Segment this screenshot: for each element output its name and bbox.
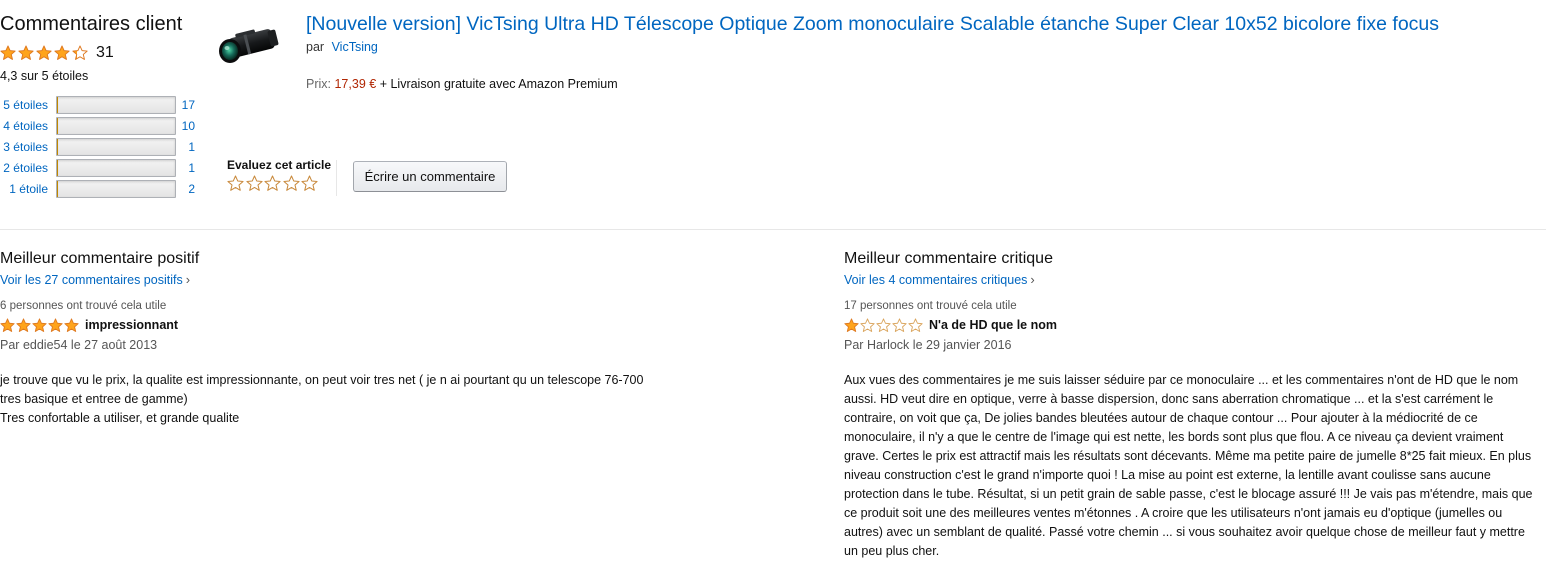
chevron-right-icon: › (1030, 272, 1035, 287)
see-all-link-text[interactable]: Voir les 27 commentaires positifs (0, 273, 183, 287)
histogram-count[interactable]: 1 (176, 161, 195, 175)
average-stars (0, 45, 90, 61)
histogram-count[interactable]: 17 (176, 98, 195, 112)
by-label: par (306, 40, 325, 54)
price-value: 17,39 € (334, 77, 377, 91)
histogram-bar[interactable] (56, 180, 176, 198)
star-icon (54, 45, 70, 60)
histogram-fill (57, 97, 58, 113)
review-section-heading: Meilleur commentaire positif (0, 250, 200, 267)
review-date: le 27 août 2013 (70, 338, 158, 352)
review-title-row: N'a de HD que le nom (844, 316, 1538, 334)
divider (336, 160, 337, 196)
review-author[interactable]: Harlock (867, 338, 909, 352)
histogram-fill (57, 181, 58, 197)
star-icon (64, 317, 79, 332)
histogram-row-1[interactable]: 1 étoile 2 (0, 180, 200, 198)
write-review-button[interactable]: Écrire un commentaire (353, 161, 507, 192)
histogram-label[interactable]: 4 étoiles (0, 119, 48, 133)
review-title[interactable]: impressionnant (85, 318, 178, 332)
top-critical-review: Meilleur commentaire critique Voir les 4… (844, 248, 1538, 561)
see-all-positive-link[interactable]: Voir les 27 commentaires positifs › (0, 271, 680, 289)
star-icon (16, 317, 31, 332)
star-icon (18, 45, 34, 60)
histogram-count[interactable]: 2 (176, 182, 195, 196)
histogram-label[interactable]: 5 étoiles (0, 98, 48, 112)
histogram-bar[interactable] (56, 117, 176, 135)
star-icon (72, 45, 88, 60)
review-body: je trouve que vu le prix, la qualite est… (0, 373, 644, 425)
rate-star-icon[interactable] (245, 175, 263, 192)
section-divider (0, 229, 1546, 230)
histogram-count[interactable]: 1 (176, 140, 195, 154)
review-date: le 29 janvier 2016 (912, 338, 1012, 352)
histogram-fill (57, 118, 58, 134)
chevron-right-icon: › (185, 272, 191, 287)
star-icon (892, 317, 907, 332)
star-icon (36, 45, 52, 60)
by-label: Par (844, 338, 864, 352)
brand-link[interactable]: VicTsing (332, 40, 378, 54)
helpful-votes: 17 personnes ont trouvé cela utile (844, 300, 1017, 312)
helpful-votes: 6 personnes ont trouvé cela utile (0, 300, 167, 312)
rate-star-icon[interactable] (227, 175, 244, 192)
review-section-heading: Meilleur commentaire critique (844, 250, 1053, 267)
histogram-fill (57, 160, 58, 176)
review-title-row: impressionnant (0, 316, 680, 334)
review-byline: Par Harlock le 29 janvier 2016 (844, 336, 1538, 354)
monocular-telescope-image[interactable] (216, 20, 282, 70)
by-label: Par (0, 338, 20, 352)
star-icon (0, 45, 16, 60)
average-rating-text: 4,3 sur 5 étoiles (0, 69, 89, 83)
price-label: Prix: (306, 77, 331, 91)
total-reviews-count[interactable]: 31 (96, 44, 114, 62)
top-positive-review: Meilleur commentaire positif Voir les 27… (0, 248, 680, 428)
histogram-fill (57, 139, 58, 155)
product-price-line: Prix: 17,39 € + Livraison gratuite avec … (306, 77, 618, 91)
review-stars (844, 317, 924, 333)
review-byline: Par eddie54 le 27 août 2013 (0, 336, 680, 354)
product-byline: par VicTsing (306, 40, 378, 54)
review-author[interactable]: eddie54 (23, 338, 68, 352)
shipping-text: + Livraison gratuite avec Amazon Premium (379, 77, 618, 91)
review-title[interactable]: N'a de HD que le nom (929, 318, 1057, 332)
see-all-link-text[interactable]: Voir les 4 commentaires critiques (844, 273, 1027, 287)
rate-title: Evaluez cet article (227, 158, 332, 172)
histogram-bar[interactable] (56, 138, 176, 156)
rate-star-icon[interactable] (301, 175, 318, 192)
histogram-label[interactable]: 2 étoiles (0, 161, 48, 175)
review-body: Aux vues des commentaires je me suis lai… (844, 373, 1533, 558)
rate-star-icon[interactable] (264, 175, 281, 192)
product-title-link[interactable]: [Nouvelle version] VicTsing Ultra HD Tél… (306, 12, 1534, 36)
star-icon (844, 317, 859, 332)
histogram-bar[interactable] (56, 159, 176, 177)
rate-this-item: Evaluez cet article (227, 158, 332, 191)
see-all-critical-link[interactable]: Voir les 4 commentaires critiques › (844, 271, 1538, 289)
histogram-row-3[interactable]: 3 étoiles 1 (0, 138, 200, 156)
histogram-row-4[interactable]: 4 étoiles 10 (0, 117, 200, 135)
star-icon (876, 317, 891, 332)
review-stars (0, 317, 80, 333)
star-icon (0, 317, 15, 332)
histogram-label[interactable]: 3 étoiles (0, 140, 48, 154)
histogram-count[interactable]: 10 (176, 119, 195, 133)
average-rating[interactable]: 31 (0, 44, 114, 62)
star-icon (908, 317, 923, 332)
customer-reviews-title: Commentaires client (0, 13, 183, 35)
product-thumbnail-icon (219, 29, 279, 63)
histogram-label[interactable]: 1 étoile (0, 182, 48, 196)
histogram-bar[interactable] (56, 96, 176, 114)
rate-star-picker[interactable] (227, 175, 320, 192)
histogram-row-5[interactable]: 5 étoiles 17 (0, 96, 200, 114)
star-icon (860, 317, 875, 332)
star-icon (32, 317, 47, 332)
histogram-row-2[interactable]: 2 étoiles 1 (0, 159, 200, 177)
rate-star-icon[interactable] (282, 175, 300, 192)
star-icon (48, 317, 63, 332)
